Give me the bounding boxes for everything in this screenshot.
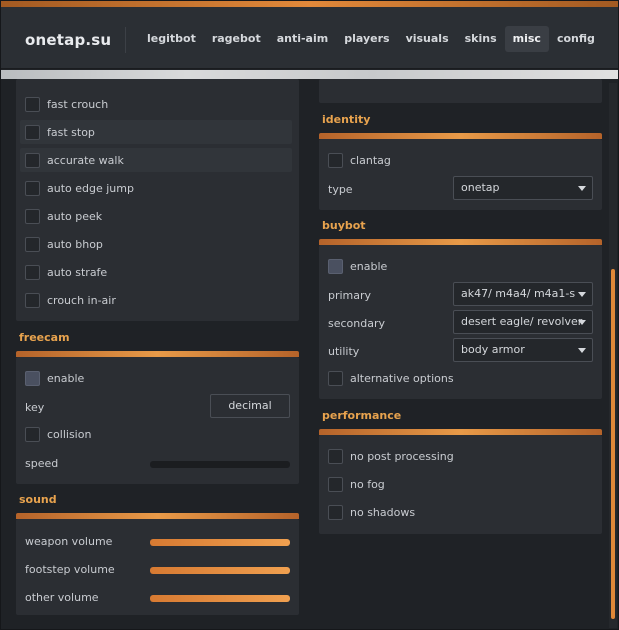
weapon-volume-fill — [150, 539, 290, 546]
freecam-collision-row[interactable]: collision — [20, 422, 293, 446]
utility-value: body armor — [461, 343, 525, 356]
other-volume-label: other volume — [25, 591, 99, 604]
primary-label: primary — [328, 289, 372, 302]
no-fog-row[interactable]: no fog — [323, 472, 596, 496]
buybot-title: buybot — [322, 219, 366, 232]
buybot-enable-label: enable — [350, 259, 388, 273]
freecam-enable-label: enable — [47, 371, 85, 385]
crouch-in-air-checkbox[interactable] — [25, 292, 40, 308]
freecam-collision-label: collision — [47, 427, 92, 441]
header: onetap.su legitbot ragebot anti-aim play… — [1, 7, 618, 69]
no-post-processing-checkbox[interactable] — [328, 448, 343, 464]
auto-edge-jump-checkbox[interactable] — [25, 180, 40, 196]
tab-ragebot[interactable]: ragebot — [204, 26, 269, 52]
auto-strafe-row[interactable]: auto strafe — [20, 260, 293, 284]
auto-peek-checkbox[interactable] — [25, 208, 40, 224]
fast-crouch-checkbox[interactable] — [25, 96, 40, 112]
identity-title: identity — [322, 113, 371, 126]
no-shadows-label: no shadows — [350, 505, 416, 519]
tab-misc[interactable]: misc — [504, 26, 549, 52]
identity-type-value: onetap — [461, 181, 500, 194]
auto-edge-jump-label: auto edge jump — [47, 181, 134, 195]
freecam-enable-checkbox[interactable] — [25, 370, 40, 386]
sound-title: sound — [19, 493, 57, 506]
scrollbar-thumb[interactable] — [611, 269, 615, 619]
primary-value: ak47/ m4a4/ m4a1-s — [461, 287, 576, 300]
auto-peek-row[interactable]: auto peek — [20, 204, 293, 228]
utility-select[interactable]: body armor — [453, 338, 593, 362]
logo: onetap.su — [25, 31, 112, 49]
crouch-in-air-row[interactable]: crouch in-air — [20, 288, 293, 312]
freecam-title: freecam — [19, 331, 70, 344]
crouch-in-air-label: crouch in-air — [47, 293, 116, 307]
freecam-key-button[interactable]: decimal — [210, 394, 290, 418]
nav-tabs: legitbot ragebot anti-aim players visual… — [139, 26, 603, 52]
no-fog-label: no fog — [350, 477, 385, 491]
freecam-speed-label: speed — [25, 457, 59, 470]
auto-bhop-row[interactable]: auto bhop — [20, 232, 293, 256]
auto-strafe-checkbox[interactable] — [25, 264, 40, 280]
alternative-options-row[interactable]: alternative options — [323, 366, 596, 390]
footstep-volume-label: footstep volume — [25, 563, 115, 576]
secondary-label: secondary — [328, 317, 386, 330]
fast-stop-row[interactable]: fast stop — [20, 120, 292, 144]
chevron-down-icon — [578, 292, 586, 297]
clantag-checkbox[interactable] — [328, 152, 343, 168]
fast-stop-label: fast stop — [47, 125, 95, 139]
identity-type-label: type — [328, 183, 353, 196]
footstep-volume-slider[interactable] — [150, 567, 290, 574]
fast-crouch-label: fast crouch — [47, 97, 109, 111]
clantag-label: clantag — [350, 153, 391, 167]
fast-crouch-row[interactable]: fast crouch — [20, 92, 293, 116]
auto-bhop-checkbox[interactable] — [25, 236, 40, 252]
freecam-enable-row[interactable]: enable — [20, 366, 293, 390]
secondary-select[interactable]: desert eagle/ revolver — [453, 310, 593, 334]
content-area: fast crouch fast stop accurate walk auto… — [1, 79, 618, 629]
other-volume-slider[interactable] — [150, 595, 290, 602]
no-post-processing-row[interactable]: no post processing — [323, 444, 596, 468]
buybot-enable-row[interactable]: enable — [323, 254, 596, 278]
secondary-value: desert eagle/ revolver — [461, 315, 583, 328]
header-divider — [125, 27, 126, 53]
weapon-volume-label: weapon volume — [25, 535, 113, 548]
tab-config[interactable]: config — [549, 26, 603, 52]
freecam-speed-slider[interactable] — [150, 461, 290, 468]
auto-strafe-label: auto strafe — [47, 265, 108, 279]
freecam-collision-checkbox[interactable] — [25, 426, 40, 442]
accurate-walk-label: accurate walk — [47, 153, 124, 167]
buybot-enable-checkbox[interactable] — [328, 258, 343, 274]
freecam-key-label: key — [25, 401, 45, 414]
chevron-down-icon — [578, 186, 586, 191]
footstep-volume-fill — [150, 567, 290, 574]
accurate-walk-checkbox[interactable] — [25, 152, 40, 168]
onetap-window: onetap.su legitbot ragebot anti-aim play… — [0, 0, 619, 630]
no-shadows-row[interactable]: no shadows — [323, 500, 596, 524]
tab-players[interactable]: players — [336, 26, 397, 52]
performance-title: performance — [322, 409, 402, 422]
primary-select[interactable]: ak47/ m4a4/ m4a1-s — [453, 282, 593, 306]
auto-peek-label: auto peek — [47, 209, 103, 223]
fast-stop-checkbox[interactable] — [25, 124, 40, 140]
alternative-options-checkbox[interactable] — [328, 370, 343, 386]
tab-anti-aim[interactable]: anti-aim — [269, 26, 337, 52]
no-shadows-checkbox[interactable] — [328, 504, 343, 520]
chevron-down-icon — [578, 320, 586, 325]
auto-edge-jump-row[interactable]: auto edge jump — [20, 176, 293, 200]
accurate-walk-row[interactable]: accurate walk — [20, 148, 292, 172]
weapon-volume-slider[interactable] — [150, 539, 290, 546]
alternative-options-label: alternative options — [350, 371, 454, 385]
other-volume-fill — [150, 595, 290, 602]
no-post-processing-label: no post processing — [350, 449, 454, 463]
chevron-down-icon — [578, 348, 586, 353]
right-top-panel — [319, 79, 602, 103]
clantag-row[interactable]: clantag — [323, 148, 596, 172]
utility-label: utility — [328, 345, 360, 358]
tab-skins[interactable]: skins — [457, 26, 505, 52]
tab-legitbot[interactable]: legitbot — [139, 26, 204, 52]
auto-bhop-label: auto bhop — [47, 237, 103, 251]
tab-visuals[interactable]: visuals — [398, 26, 457, 52]
no-fog-checkbox[interactable] — [328, 476, 343, 492]
identity-type-select[interactable]: onetap — [453, 176, 593, 200]
